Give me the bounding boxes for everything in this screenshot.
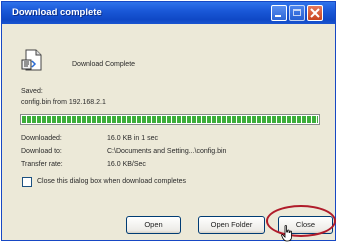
minimize-icon[interactable] — [271, 5, 287, 21]
download-complete-dialog: Download complete Download Complete Save… — [1, 1, 336, 241]
file-icon — [21, 49, 42, 71]
download-complete-label: Download Complete — [72, 61, 136, 68]
transfer-rate-value: 16.0 KB/Sec — [107, 161, 146, 168]
close-on-complete-label[interactable]: Close this dialog box when download comp… — [37, 178, 186, 185]
open-folder-button[interactable]: Open Folder — [198, 216, 265, 234]
download-progress-bar — [20, 114, 320, 125]
pointer-hand-icon — [281, 225, 292, 242]
downloaded-value: 16.0 KB in 1 sec — [107, 135, 158, 142]
maximize-icon[interactable] — [289, 5, 305, 21]
saved-file-source: config.bin from 192.168.2.1 — [21, 99, 106, 106]
transfer-rate-label: Transfer rate: — [21, 161, 63, 168]
close-icon[interactable] — [307, 5, 323, 21]
saved-label: Saved: — [21, 88, 43, 95]
download-to-label: Download to: — [21, 148, 62, 155]
progress-fill — [22, 116, 318, 123]
close-on-complete-checkbox[interactable] — [22, 177, 32, 187]
downloaded-label: Downloaded: — [21, 135, 62, 142]
window-title: Download complete — [12, 7, 102, 18]
download-to-value: C:\Documents and Setting...\config.bin — [107, 148, 227, 155]
title-bar[interactable]: Download complete — [2, 2, 335, 24]
open-button[interactable]: Open — [126, 216, 181, 234]
